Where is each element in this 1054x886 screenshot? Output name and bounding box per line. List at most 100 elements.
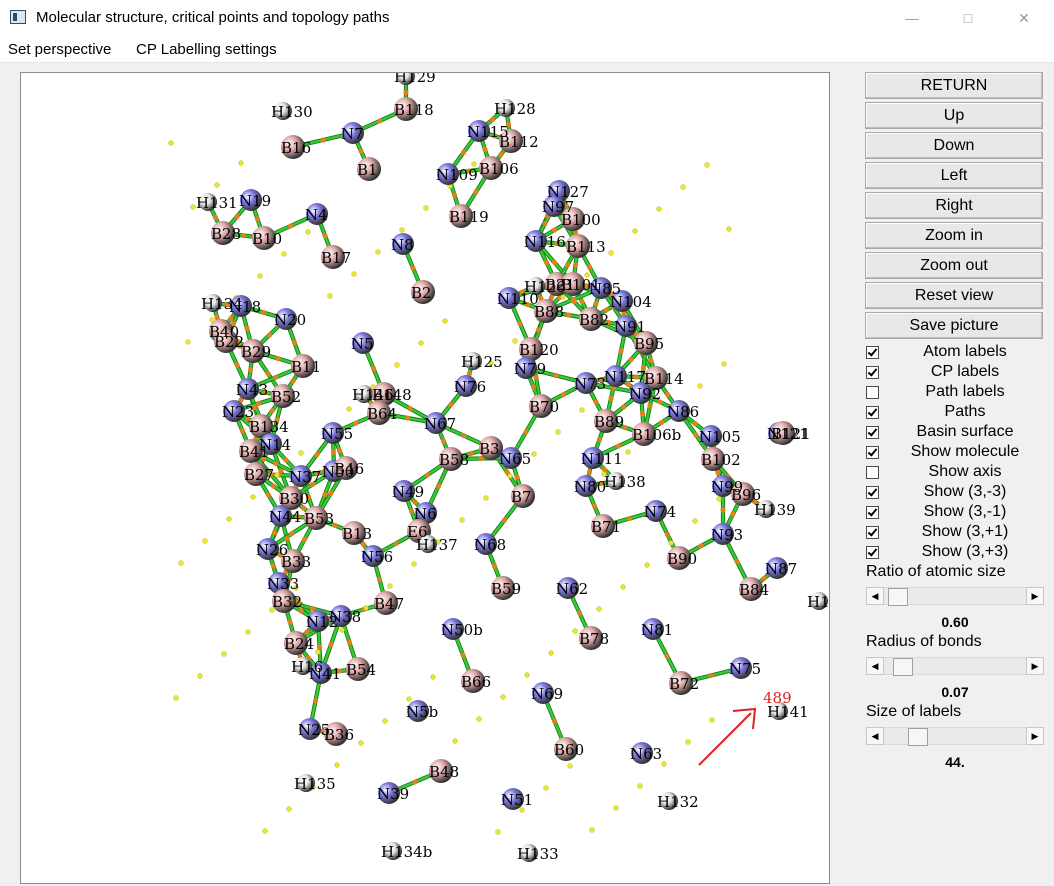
atom-label: N8 [391,236,414,254]
bond-radius-right-arrow-icon[interactable]: ▶ [1026,657,1044,675]
atom-label: B3 [479,440,500,458]
atomic-size-left-arrow-icon[interactable]: ◀ [866,587,884,605]
annotation: 489 [698,689,792,766]
bond-critical-point [615,443,622,449]
checkbox-atom-labels-box[interactable] [866,346,879,359]
atomic-size-track[interactable] [884,587,1026,606]
menu-cp-labelling-settings[interactable]: CP Labelling settings [136,41,277,58]
atom-label: B95 [634,335,664,353]
bond-critical-point [234,362,240,368]
bond-radius-track[interactable] [884,657,1026,676]
close-icon[interactable]: ✕ [1008,6,1040,30]
checkbox-basin-surface-box[interactable] [866,426,879,439]
bond-critical-point [228,315,234,322]
zoom-out-button[interactable]: Zoom out [865,252,1043,279]
bond-critical-point [698,543,704,549]
reset-view-button[interactable]: Reset view [865,282,1043,309]
bond-critical-point [460,652,466,658]
checkbox-show-molecule[interactable]: Show molecule [866,443,1044,463]
atomic-size-slider[interactable]: ◀ ▶ [866,587,1044,606]
checkbox-path-labels[interactable]: Path labels [866,383,1044,403]
checkbox-show-3p3-box[interactable] [866,546,879,559]
left-button[interactable]: Left [865,162,1043,189]
ring-critical-point [418,340,424,346]
checkbox-show-axis-box[interactable] [866,466,879,479]
bond-critical-point [648,357,654,364]
checkbox-show-3-3[interactable]: Show (3,-3) [866,483,1044,503]
label-size-left-arrow-icon[interactable]: ◀ [866,727,884,745]
checkbox-atom-labels[interactable]: Atom labels [866,343,1044,363]
bond-radius-slider[interactable]: ◀ ▶ [866,657,1044,676]
maximize-icon[interactable]: □ [952,6,984,30]
bond-critical-point [715,469,721,476]
checkbox-path-labels-box[interactable] [866,386,879,399]
ring-critical-point [613,805,619,811]
atom-label: N65 [499,450,531,468]
ring-critical-point [500,694,506,700]
atomic-size-thumb[interactable] [888,588,908,606]
right-button[interactable]: Right [865,192,1043,219]
atom-label: N69 [531,685,563,703]
menu-bar: Set perspective CP Labelling settings [0,36,1054,63]
menu-set-perspective[interactable]: Set perspective [8,41,111,58]
ring-critical-point [173,695,179,701]
atomic-size-right-arrow-icon[interactable]: ▶ [1026,587,1044,605]
atom-label: B46 [334,460,364,478]
annotation-label: 489 [763,689,792,707]
checkbox-show-3-3-box[interactable] [866,486,879,499]
atom-label: N6 [414,505,437,523]
checkbox-show-molecule-box[interactable] [866,446,879,459]
checkbox-cp-labels-box[interactable] [866,366,879,379]
checkbox-cp-labels[interactable]: CP labels [866,363,1044,383]
bond-critical-point [576,610,583,616]
bond-critical-point [473,189,479,195]
ring-critical-point [452,738,458,744]
label-size-thumb[interactable] [908,728,928,746]
ring-critical-point [399,227,405,233]
atom-label: B17 [321,249,351,267]
atom-label: N19 [239,192,271,210]
checkbox-basin-surface[interactable]: Basin surface [866,423,1044,443]
checkbox-show-3-1-box[interactable] [866,506,879,519]
checkbox-show-3-1[interactable]: Show (3,-1) [866,503,1044,523]
bond-critical-point [734,558,740,565]
label-size-track[interactable] [884,727,1026,746]
down-button[interactable]: Down [865,132,1043,159]
return-button[interactable]: RETURN [865,72,1043,99]
checkbox-show-axis[interactable]: Show axis [866,463,1044,483]
label-size-slider[interactable]: ◀ ▶ [866,727,1044,746]
bond-critical-point [530,384,537,390]
atom-label: N81 [641,621,673,639]
atom-label: N4 [305,206,328,224]
atom-label: B71 [591,518,621,536]
atom-label: N67 [424,415,456,433]
checkbox-paths[interactable]: Paths [866,403,1044,423]
bond-critical-point [403,89,409,96]
checkbox-show-3p1[interactable]: Show (3,+1) [866,523,1044,543]
atom-label: B118 [394,101,434,119]
save-picture-button[interactable]: Save picture [865,312,1043,339]
atom-label: B90 [667,550,697,568]
label-size-value: 44. [945,754,965,770]
up-button[interactable]: Up [865,102,1043,129]
atom-label: H125 [461,353,503,371]
atom-label: N7 [341,125,364,143]
label-size-right-arrow-icon[interactable]: ▶ [1026,727,1044,745]
atom-label: B106 [479,160,519,178]
checkbox-paths-box[interactable] [866,406,879,419]
molecule-canvas[interactable]: H129 H130 B118 H128 N7 N115 B112 B16 B1 N109 B106 N… [20,72,830,884]
bond-critical-point [320,137,326,143]
checkbox-show-molecule-label: Show molecule [910,443,1020,460]
bond-critical-point [336,447,343,454]
bond-radius-thumb[interactable] [893,658,913,676]
ring-critical-point [202,538,208,544]
atom-label: N68 [474,536,506,554]
bond-radius-left-arrow-icon[interactable]: ◀ [866,657,884,675]
zoom-in-button[interactable]: Zoom in [865,222,1043,249]
checkbox-show-3p3[interactable]: Show (3,+3) [866,543,1044,563]
bond-critical-point [460,432,467,439]
atom-label: B30 [279,490,309,508]
checkbox-show-3p1-box[interactable] [866,526,879,539]
bond-critical-point [312,698,319,704]
minimize-icon[interactable]: — [896,6,928,30]
